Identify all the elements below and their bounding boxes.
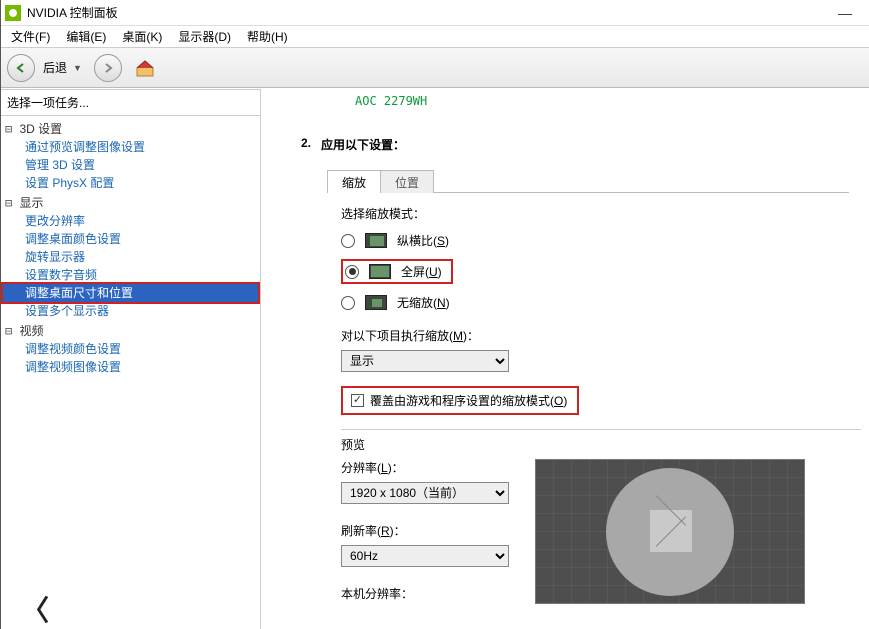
- radio-fullscreen-label: 全屏(U): [401, 263, 442, 280]
- sidebar-item-video-image[interactable]: 调整视频图像设置: [3, 358, 258, 376]
- radio-aspect-row[interactable]: 纵横比(S): [341, 232, 849, 249]
- menu-edit[interactable]: 编辑(E): [58, 26, 114, 47]
- resolution-label: 分辨率(L)：: [341, 459, 509, 476]
- task-header: 选择一项任务...: [1, 90, 260, 116]
- preview-label: 预览: [341, 429, 861, 453]
- refresh-select[interactable]: 60Hz: [341, 545, 509, 567]
- toolbar: 后退 ▼: [1, 48, 869, 88]
- menu-file[interactable]: 文件(F): [3, 26, 58, 47]
- titlebar: NVIDIA 控制面板 —: [1, 0, 869, 26]
- menu-display[interactable]: 显示器(D): [170, 26, 239, 47]
- radio-aspect[interactable]: [341, 234, 355, 248]
- perform-on-label: 对以下项目执行缩放(M)：: [341, 327, 849, 344]
- resolution-select[interactable]: 1920 x 1080（当前）: [341, 482, 509, 504]
- radio-noscale-row[interactable]: 无缩放(N): [341, 294, 849, 311]
- back-button[interactable]: [7, 54, 35, 82]
- sidebar-item-multiple-displays[interactable]: 设置多个显示器: [3, 302, 258, 320]
- step-number: 2.: [301, 136, 311, 153]
- group-display[interactable]: 显示: [3, 194, 258, 212]
- preview-image: [535, 459, 805, 604]
- sidebar-item-resolution[interactable]: 更改分辨率: [3, 212, 258, 230]
- collapse-icon[interactable]: 〈: [21, 589, 260, 629]
- group-video[interactable]: 视频: [3, 322, 258, 340]
- sidebar: 选择一项任务... 3D 设置 通过预览调整图像设置 管理 3D 设置 设置 P…: [1, 89, 261, 629]
- home-icon[interactable]: [134, 57, 156, 79]
- tab-scale[interactable]: 缩放: [327, 170, 381, 193]
- override-checkbox[interactable]: [351, 394, 364, 407]
- back-dropdown-icon[interactable]: ▼: [73, 63, 82, 73]
- radio-noscale-label: 无缩放(N): [397, 294, 450, 311]
- minimize-button[interactable]: —: [825, 5, 865, 21]
- radio-fullscreen[interactable]: [345, 265, 359, 279]
- sidebar-item-video-color[interactable]: 调整视频颜色设置: [3, 340, 258, 358]
- forward-button[interactable]: [94, 54, 122, 82]
- override-label: 覆盖由游戏和程序设置的缩放模式(O): [370, 392, 567, 409]
- radio-aspect-label: 纵横比(S): [397, 232, 449, 249]
- back-label: 后退: [43, 59, 67, 76]
- fullscreen-icon: [369, 264, 391, 279]
- sidebar-item-adjust-size-position[interactable]: 调整桌面尺寸和位置: [3, 284, 258, 302]
- scale-mode-label: 选择缩放模式：: [341, 205, 849, 222]
- sidebar-item-preview-image[interactable]: 通过预览调整图像设置: [3, 138, 258, 156]
- sidebar-item-manage-3d[interactable]: 管理 3D 设置: [3, 156, 258, 174]
- monitor-name: AOC 2279WH: [355, 94, 849, 108]
- menu-help[interactable]: 帮助(H): [239, 26, 296, 47]
- tab-position[interactable]: 位置: [380, 170, 434, 193]
- step-title: 2. 应用以下设置：: [301, 136, 849, 153]
- radio-fullscreen-row[interactable]: 全屏(U): [341, 259, 453, 284]
- nvidia-icon: [5, 5, 21, 21]
- aspect-icon: [365, 233, 387, 248]
- noscale-icon: [365, 295, 387, 310]
- sidebar-item-digital-audio[interactable]: 设置数字音频: [3, 266, 258, 284]
- task-tree: 3D 设置 通过预览调整图像设置 管理 3D 设置 设置 PhysX 配置 显示…: [1, 116, 260, 579]
- refresh-label: 刷新率(R)：: [341, 522, 509, 539]
- sidebar-item-rotate[interactable]: 旋转显示器: [3, 248, 258, 266]
- tab-strip: 缩放 位置: [327, 169, 849, 193]
- step-text: 应用以下设置：: [321, 136, 405, 153]
- radio-noscale[interactable]: [341, 296, 355, 310]
- perform-on-select[interactable]: 显示: [341, 350, 509, 372]
- group-3d-settings[interactable]: 3D 设置: [3, 120, 258, 138]
- window-title: NVIDIA 控制面板: [27, 4, 825, 21]
- native-res-label: 本机分辨率：: [341, 585, 509, 602]
- override-checkbox-row[interactable]: 覆盖由游戏和程序设置的缩放模式(O): [341, 386, 579, 415]
- sidebar-item-physx[interactable]: 设置 PhysX 配置: [3, 174, 258, 192]
- menubar: 文件(F) 编辑(E) 桌面(K) 显示器(D) 帮助(H): [1, 26, 869, 48]
- menu-desktop[interactable]: 桌面(K): [114, 26, 170, 47]
- content-panel: AOC 2279WH 2. 应用以下设置： 缩放 位置 选择缩放模式： 纵横比(…: [261, 88, 869, 629]
- sidebar-item-desktop-color[interactable]: 调整桌面颜色设置: [3, 230, 258, 248]
